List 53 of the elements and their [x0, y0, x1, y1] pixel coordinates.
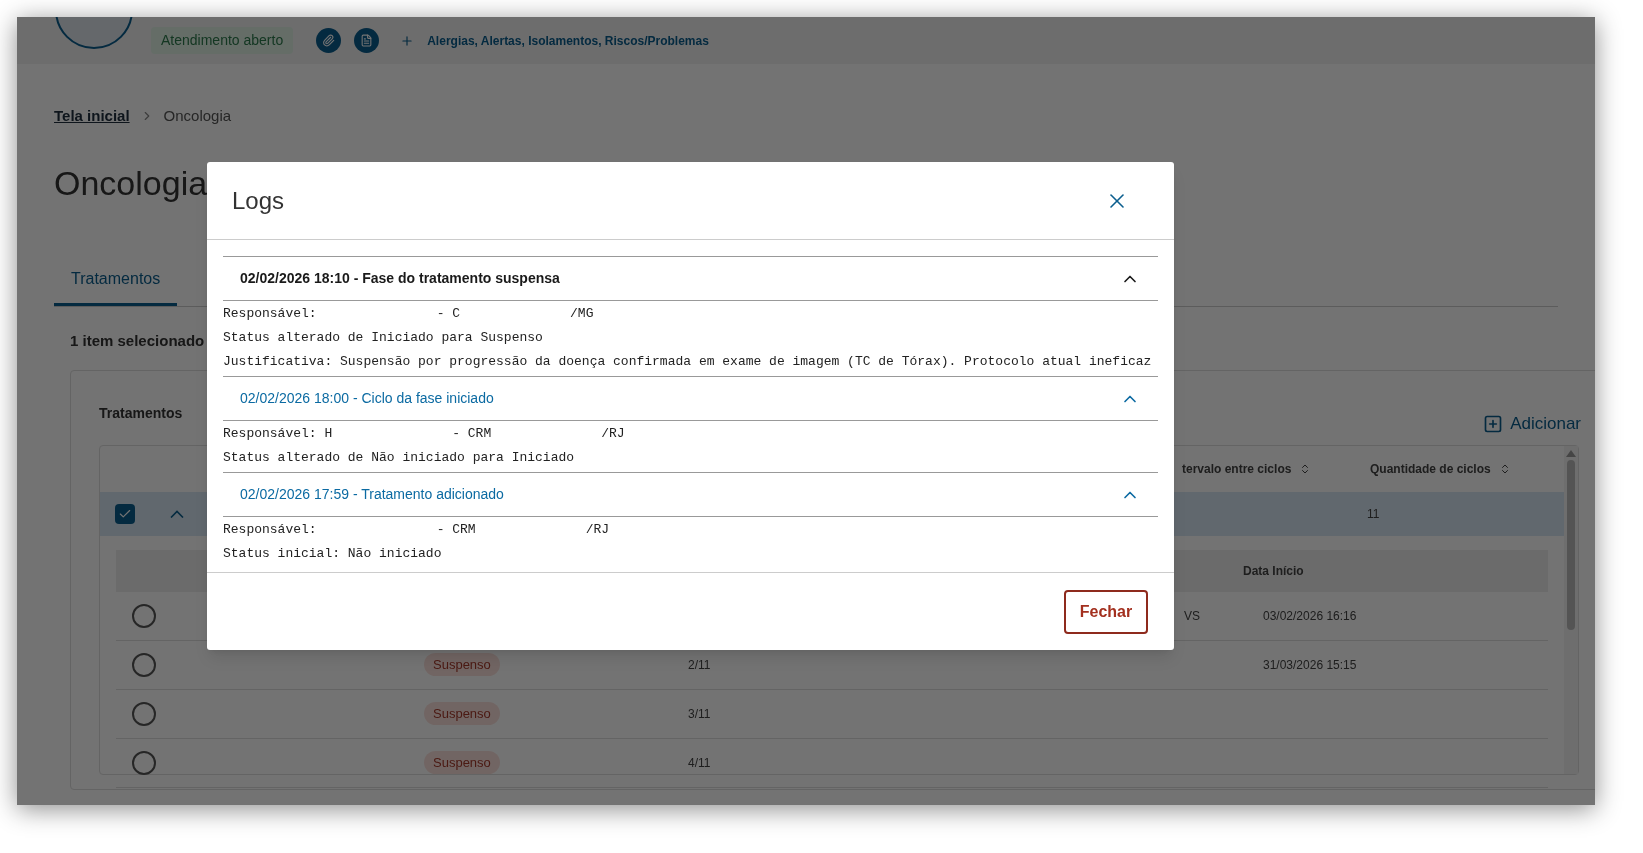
log-text: /RJ: [601, 425, 625, 443]
log-text: Status alterado de Não iniciado para Iniciado: [223, 449, 575, 467]
checkbox[interactable]: [115, 503, 135, 524]
log-text: /RJ: [585, 521, 610, 539]
document-button[interactable]: [354, 28, 380, 53]
plus-square-icon: [1483, 413, 1504, 434]
log-entry-header[interactable]: 02/02/2026 17:59 - Tratamento adicionado: [223, 472, 1158, 517]
column-header[interactable]: Quantidade de ciclos: [1370, 459, 1511, 478]
column-header[interactable]: tervalo entre ciclos: [1182, 459, 1370, 478]
log-text: Responsável:: [223, 521, 317, 539]
table-cell: 03/02/2026 16:16: [1263, 608, 1357, 623]
breadcrumb-item: Oncologia: [163, 106, 232, 126]
alerts-link[interactable]: Alergias, Alertas, Isolamentos, Riscos/Problemas: [427, 31, 709, 50]
add-button[interactable]: Adicionar: [1483, 411, 1581, 437]
tab[interactable]: Tratamentos: [54, 266, 178, 306]
table-cell: VS: [1184, 608, 1200, 623]
radio-button[interactable]: [132, 750, 156, 775]
attachment-button[interactable]: [316, 28, 342, 53]
selection-count: 1 item selecionado: [70, 330, 205, 351]
table-cell: 2/11: [688, 657, 711, 672]
log-text: - C: [436, 305, 461, 323]
log-entry-header[interactable]: 02/02/2026 18:00 - Ciclo da fase iniciado: [223, 376, 1158, 421]
table-cell: 3/11: [688, 706, 711, 721]
log-text: Status inicial: Não iniciado: [223, 545, 442, 563]
status-badge: Suspenso: [424, 652, 500, 677]
table-cell: 31/03/2026 15:15: [1263, 657, 1357, 672]
log-entry-header[interactable]: 02/02/2026 18:10 - Fase do tratamento suspensa: [223, 256, 1158, 301]
dialog-title: Logs: [232, 185, 285, 216]
log-text: - CRM: [436, 521, 476, 539]
log-text: Status alterado de Iniciado para Suspenso: [223, 329, 543, 347]
status-badge: Suspenso: [424, 750, 500, 775]
log-text: Responsável: H: [223, 425, 333, 443]
document-icon: [360, 34, 374, 47]
status-badge: Suspenso: [424, 701, 500, 726]
close-dialog-button[interactable]: Fechar: [1064, 589, 1148, 634]
radio-button[interactable]: [132, 652, 156, 677]
chevron-up-icon: [170, 509, 184, 518]
radio-button[interactable]: [132, 701, 156, 726]
plus-icon: [400, 33, 415, 48]
table-cell: 4/11: [688, 755, 711, 770]
table-cell-text: 11: [1367, 505, 1380, 523]
scrollbar[interactable]: [1564, 445, 1578, 774]
paperclip-icon: [322, 34, 336, 47]
log-text: - CRM: [452, 425, 492, 443]
log-text: /MG: [570, 305, 594, 323]
breadcrumb-item[interactable]: Tela inicial: [54, 105, 130, 128]
page-title: Oncologia: [54, 162, 208, 204]
column-header: Data Início: [1243, 562, 1304, 580]
log-text: Justificativa: Suspensão por progressão da doença confirmada em exame de imagem (TC de Tórax). Protocolo atual ineficaz: [223, 353, 1152, 371]
card-title: Tratamentos: [99, 404, 183, 424]
radio-button[interactable]: [132, 603, 156, 628]
log-text: Responsável:: [223, 305, 317, 323]
status-badge: Atendimento aberto: [151, 27, 294, 54]
